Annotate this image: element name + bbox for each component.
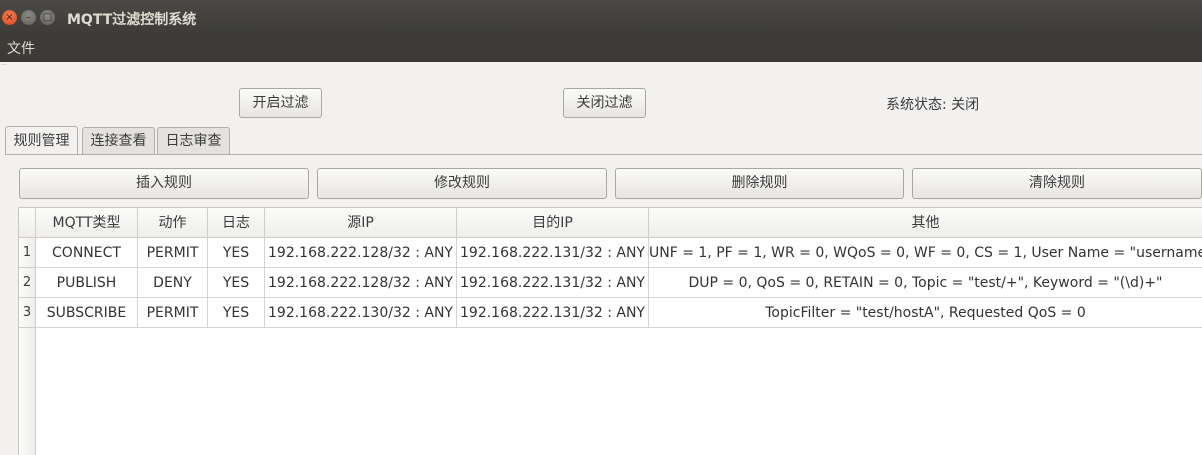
cell-source-ip[interactable]: 192.168.222.130/32 : ANY bbox=[265, 298, 457, 328]
header-mqtt-type[interactable]: MQTT类型 bbox=[36, 208, 138, 238]
cell-action[interactable]: PERMIT bbox=[138, 238, 208, 268]
cell-dest-ip[interactable]: 192.168.222.131/32 : ANY bbox=[457, 298, 649, 328]
cell-source-ip[interactable]: 192.168.222.128/32 : ANY bbox=[265, 268, 457, 298]
cell-other[interactable]: UNF = 1, PF = 1, WR = 0, WQoS = 0, WF = … bbox=[649, 238, 1202, 268]
title-bar: × – □ MQTT过滤控制系统 bbox=[0, 0, 1202, 36]
menu-file[interactable]: 文件 bbox=[7, 38, 35, 58]
row-number[interactable]: 3 bbox=[19, 298, 36, 328]
cell-dest-ip[interactable]: 192.168.222.131/32 : ANY bbox=[457, 238, 649, 268]
cell-other[interactable]: DUP = 0, QoS = 0, RETAIN = 0, Topic = "t… bbox=[649, 268, 1202, 298]
minimize-window-icon[interactable]: – bbox=[21, 10, 36, 25]
cell-log[interactable]: YES bbox=[208, 238, 265, 268]
header-source-ip[interactable]: 源IP bbox=[265, 208, 457, 238]
header-dest-ip[interactable]: 目的IP bbox=[457, 208, 649, 238]
insert-rule-button[interactable]: 插入规则 bbox=[19, 168, 309, 199]
menu-bar: 文件 bbox=[0, 36, 1202, 62]
cell-log[interactable]: YES bbox=[208, 298, 265, 328]
cell-type[interactable]: PUBLISH bbox=[36, 268, 138, 298]
cell-action[interactable]: PERMIT bbox=[138, 298, 208, 328]
tab-log-audit[interactable]: 日志审查 bbox=[157, 127, 230, 154]
row-header-empty-area bbox=[19, 328, 36, 455]
clear-rules-button[interactable]: 清除规则 bbox=[912, 168, 1202, 199]
tab-connection-view[interactable]: 连接查看 bbox=[82, 127, 155, 154]
cell-type[interactable]: SUBSCRIBE bbox=[36, 298, 138, 328]
cell-dest-ip[interactable]: 192.168.222.131/32 : ANY bbox=[457, 268, 649, 298]
cell-source-ip[interactable]: 192.168.222.128/32 : ANY bbox=[265, 238, 457, 268]
table-corner bbox=[19, 208, 36, 238]
header-other[interactable]: 其他 bbox=[649, 208, 1202, 238]
maximize-window-icon[interactable]: □ bbox=[40, 10, 55, 25]
header-action[interactable]: 动作 bbox=[138, 208, 208, 238]
toolbar-grip-icon: ··· bbox=[1, 62, 7, 69]
stop-filter-button[interactable]: 关闭过滤 bbox=[563, 88, 646, 118]
modify-rule-button[interactable]: 修改规则 bbox=[317, 168, 607, 199]
cell-action[interactable]: DENY bbox=[138, 268, 208, 298]
header-log[interactable]: 日志 bbox=[208, 208, 265, 238]
start-filter-button[interactable]: 开启过滤 bbox=[239, 88, 322, 118]
tab-divider bbox=[5, 154, 1202, 155]
system-status-label: 系统状态: 关闭 bbox=[886, 97, 980, 113]
close-window-icon[interactable]: × bbox=[2, 10, 17, 25]
row-number[interactable]: 1 bbox=[19, 238, 36, 268]
window-title: MQTT过滤控制系统 bbox=[67, 12, 197, 28]
delete-rule-button[interactable]: 删除规则 bbox=[615, 168, 904, 199]
row-number[interactable]: 2 bbox=[19, 268, 36, 298]
tab-rule-management[interactable]: 规则管理 bbox=[5, 126, 78, 154]
rules-table[interactable]: MQTT类型 动作 日志 源IP 目的IP 其他 1 CONNECT PERMI… bbox=[18, 207, 1202, 455]
cell-other[interactable]: TopicFilter = "test/hostA", Requested Qo… bbox=[649, 298, 1202, 328]
cell-type[interactable]: CONNECT bbox=[36, 238, 138, 268]
cell-log[interactable]: YES bbox=[208, 268, 265, 298]
